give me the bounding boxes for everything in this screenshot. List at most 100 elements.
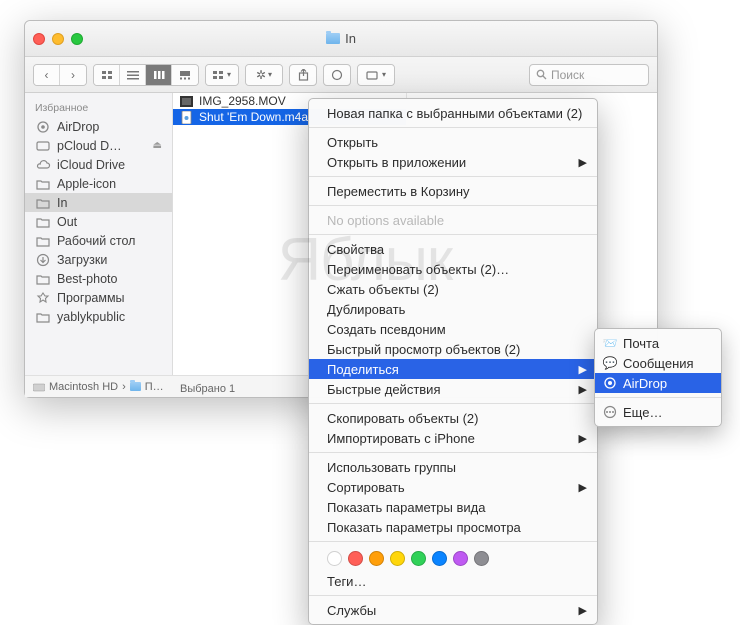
airdrop-icon [35,120,51,134]
path-seg-2[interactable]: П… [145,381,164,393]
tag-color-1[interactable] [348,551,363,566]
folder-icon [35,196,51,210]
submenu-mail[interactable]: 📨Почта [595,333,721,353]
zoom-button[interactable] [71,33,83,45]
sidebar-item-6[interactable]: Рабочий стол [25,231,172,250]
status-text: Выбрано 1 [180,383,235,395]
action-button[interactable]: ✲▾ [246,65,282,85]
menu-view-options[interactable]: Показать параметры вида [309,497,597,517]
tag-color-3[interactable] [390,551,405,566]
tag-color-5[interactable] [432,551,447,566]
more-icon [602,404,618,420]
tag-color-7[interactable] [474,551,489,566]
sidebar-item-label: In [57,196,67,210]
file-name: IMG_2958.MOV [199,94,286,108]
arrange-button-group: ▾ [205,64,239,86]
sidebar-item-label: yablykpublic [57,310,125,324]
sidebar-item-label: AirDrop [57,120,99,134]
messages-icon: 💬 [602,355,618,371]
folder-icon [35,215,51,229]
menu-new-folder[interactable]: Новая папка с выбранными объектами (2) [309,103,597,123]
sidebar-item-7[interactable]: Загрузки [25,250,172,269]
eject-icon[interactable]: ⏏ [153,140,162,151]
menu-no-options: No options available [309,210,597,230]
airdrop-icon [602,375,618,391]
menu-share[interactable]: Поделиться▶ [309,359,597,379]
file-name: Shut 'Em Down.m4a [199,110,308,124]
tags-button[interactable] [323,64,351,86]
search-icon [536,69,547,80]
view-icon-button[interactable] [94,65,120,85]
tag-color-6[interactable] [453,551,468,566]
chevron-right-icon: ▶ [579,156,587,169]
menu-compress[interactable]: Сжать объекты (2) [309,279,597,299]
submenu-more[interactable]: Еще… [595,402,721,422]
view-column-button[interactable] [146,65,172,85]
sidebar-item-2[interactable]: iCloud Drive [25,155,172,174]
back-button[interactable]: ‹ [34,65,60,85]
submenu-messages[interactable]: 💬Сообщения [595,353,721,373]
menu-services[interactable]: Службы▶ [309,600,597,620]
nav-buttons: ‹ › [33,64,87,86]
tag-color-4[interactable] [411,551,426,566]
file-icon [179,111,194,124]
minimize-button[interactable] [52,33,64,45]
chevron-right-icon: ▶ [579,604,587,617]
dropdown-button[interactable]: ▾ [358,65,394,85]
downloads-icon [35,253,51,267]
forward-button[interactable]: › [60,65,86,85]
tag-color-2[interactable] [369,551,384,566]
arrange-button[interactable]: ▾ [206,65,238,85]
menu-trash[interactable]: Переместить в Корзину [309,181,597,201]
chevron-right-icon: ▶ [579,481,587,494]
menu-copy[interactable]: Скопировать объекты (2) [309,408,597,428]
sidebar-item-1[interactable]: pCloud D… ⏏ [25,136,172,155]
sidebar-item-9[interactable]: Программы [25,288,172,307]
chevron-right-icon: ▶ [579,383,587,396]
menu-tags[interactable]: Теги… [309,571,597,591]
folder-icon [35,310,51,324]
menu-quick-actions[interactable]: Быстрые действия▶ [309,379,597,399]
sidebar-item-label: pCloud D… [57,139,122,153]
menu-preview-options[interactable]: Показать параметры просмотра [309,517,597,537]
view-list-button[interactable] [120,65,146,85]
menu-open[interactable]: Открыть [309,132,597,152]
traffic-lights [33,33,83,45]
menu-groups[interactable]: Использовать группы [309,457,597,477]
view-buttons [93,64,199,86]
mail-icon: 📨 [602,335,618,351]
view-gallery-button[interactable] [172,65,198,85]
sidebar-item-10[interactable]: yablykpublic [25,307,172,326]
menu-sort[interactable]: Сортировать▶ [309,477,597,497]
sidebar-item-0[interactable]: AirDrop [25,117,172,136]
close-button[interactable] [33,33,45,45]
menu-quicklook[interactable]: Быстрый просмотр объектов (2) [309,339,597,359]
menu-rename[interactable]: Переименовать объекты (2)… [309,259,597,279]
menu-open-with[interactable]: Открыть в приложении▶ [309,152,597,172]
menu-import-iphone[interactable]: Импортировать с iPhone▶ [309,428,597,448]
menu-info[interactable]: Свойства [309,239,597,259]
sidebar-item-8[interactable]: Best-photo [25,269,172,288]
sidebar-item-3[interactable]: Apple-icon [25,174,172,193]
menu-duplicate[interactable]: Дублировать [309,299,597,319]
sidebar: Избранное AirDroppCloud D…⏏iCloud DriveA… [25,93,173,375]
tag-color-0[interactable] [327,551,342,566]
disk-icon [33,382,45,392]
title-text: In [345,31,356,46]
path-seg-1[interactable]: Macintosh HD [49,381,118,393]
search-placeholder: Поиск [551,68,584,82]
window-title: In [25,31,657,46]
share-button[interactable] [289,64,317,86]
search-input[interactable]: Поиск [529,64,649,86]
sidebar-item-label: iCloud Drive [57,158,125,172]
sidebar-item-4[interactable]: In [25,193,172,212]
folder-icon [130,382,141,391]
apps-icon [35,291,51,305]
submenu-airdrop[interactable]: AirDrop [595,373,721,393]
toolbar: ‹ › ▾ ✲▾ ▾ Поиск [25,57,657,93]
menu-alias[interactable]: Создать псевдоним [309,319,597,339]
dropdown-button-group: ▾ [357,64,395,86]
sidebar-item-5[interactable]: Out [25,212,172,231]
sidebar-item-label: Apple-icon [57,177,116,191]
folder-icon [35,272,51,286]
